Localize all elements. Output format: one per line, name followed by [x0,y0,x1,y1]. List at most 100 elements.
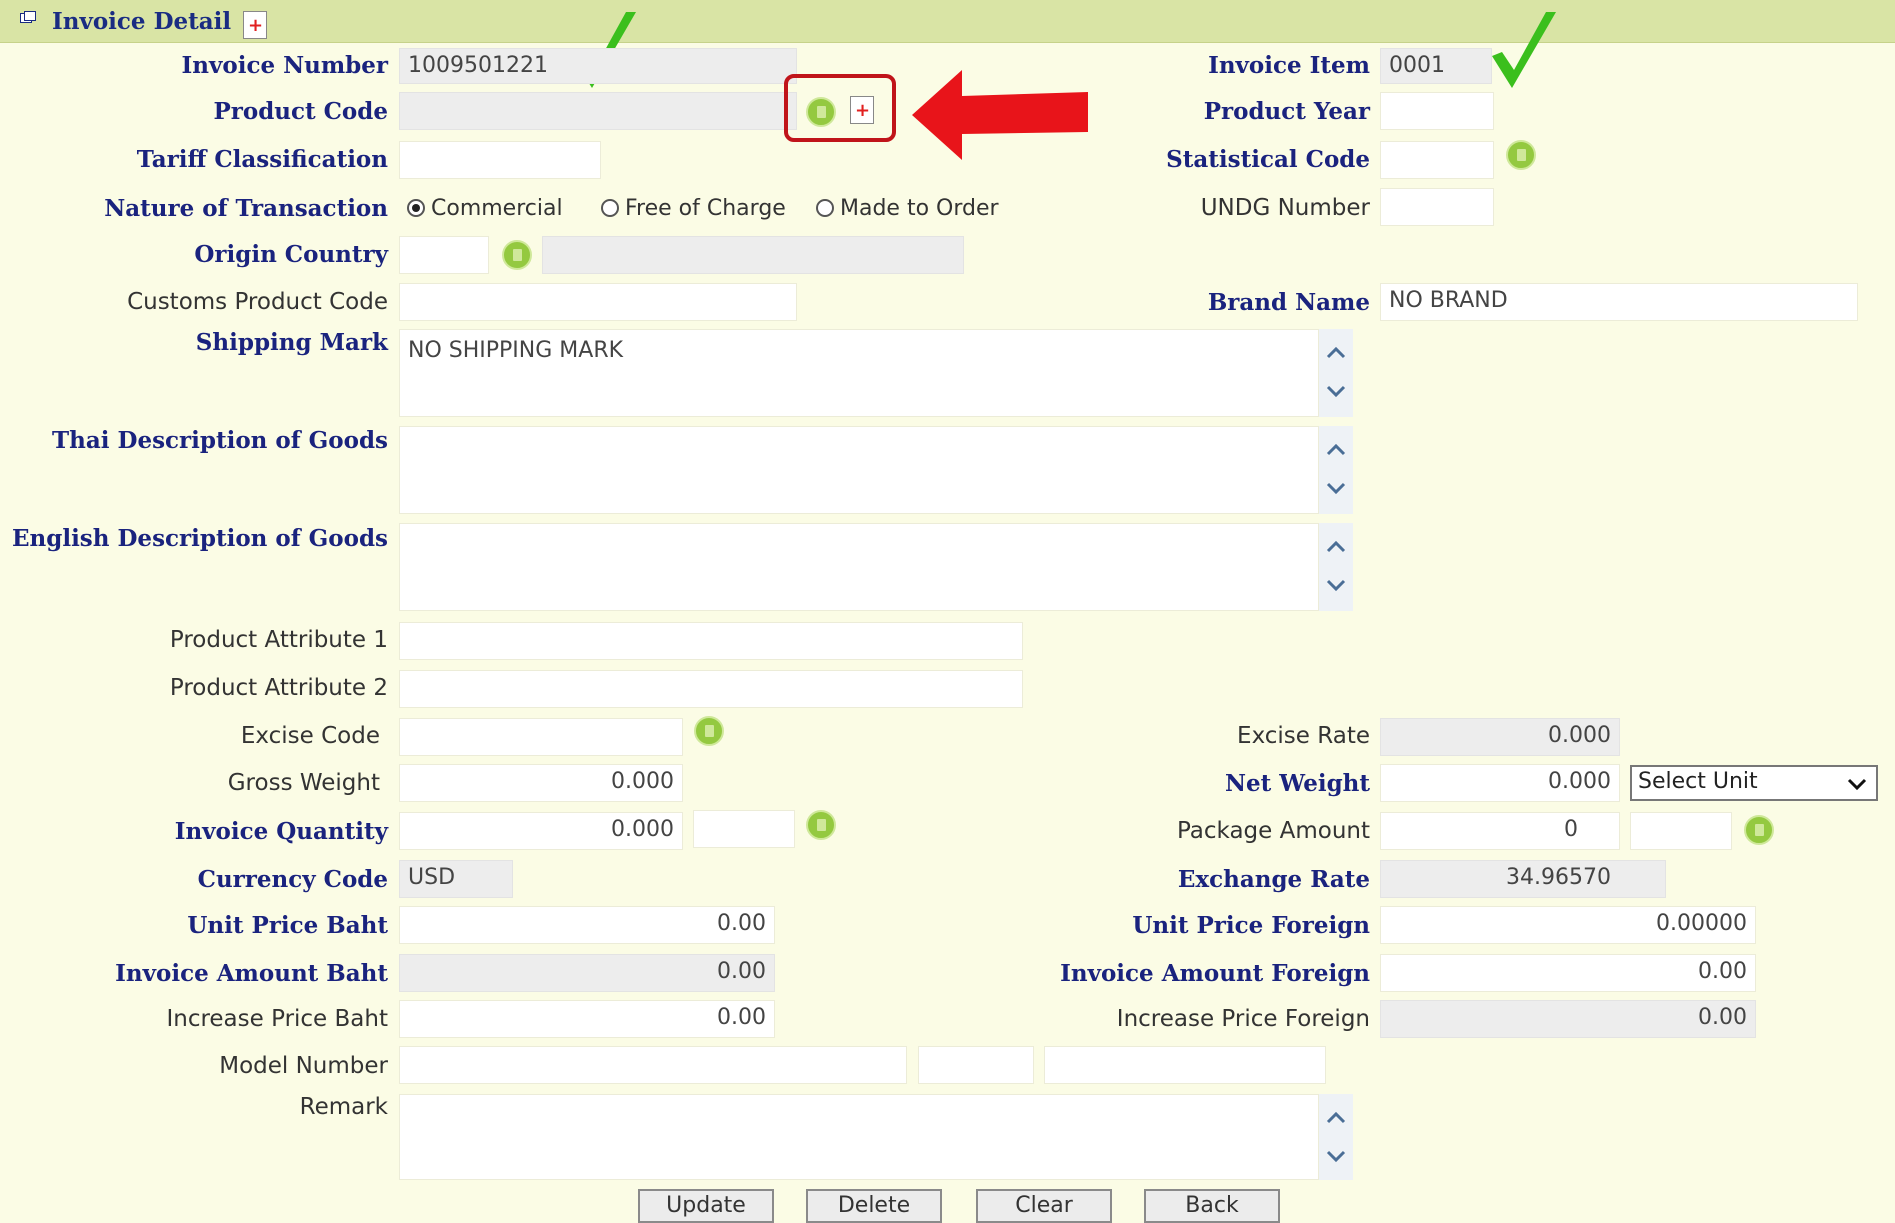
shipping-mark-scrollbar[interactable] [1319,329,1353,417]
remark-textarea[interactable] [399,1094,1319,1180]
nature-option-made-to-order[interactable]: Made to Order [816,196,999,221]
invoice-amount-baht-field[interactable]: 0.00 [399,954,775,992]
excise-code-lookup-icon[interactable] [694,716,724,746]
exchange-rate-label: Exchange Rate [1177,866,1370,893]
update-button[interactable]: Update [638,1189,774,1223]
remark-label: Remark [299,1094,388,1120]
english-description-scrollbar[interactable] [1319,523,1353,611]
net-weight-unit-select[interactable]: Select Unit [1630,765,1878,801]
invoice-amount-foreign-label: Invoice Amount Foreign [1060,960,1370,987]
product-attribute-2-field[interactable] [399,670,1023,708]
product-attribute-1-label: Product Attribute 1 [169,627,388,653]
model-number-field-3[interactable] [1044,1046,1326,1084]
invoice-item-label: Invoice Item [1208,52,1370,79]
undg-number-label: UNDG Number [1200,195,1370,221]
gross-weight-label: Gross Weight [227,770,380,796]
excise-code-label: Excise Code [240,723,380,749]
model-number-field-2[interactable] [918,1046,1034,1084]
origin-country-lookup-icon[interactable] [502,240,532,270]
invoice-item-field[interactable]: 0001 [1380,48,1492,84]
product-year-label: Product Year [1203,98,1370,125]
thai-description-label: Thai Description of Goods [52,427,388,454]
nature-option-free-of-charge[interactable]: Free of Charge [601,196,786,221]
add-document-icon[interactable] [243,11,267,39]
english-description-label: English Description of Goods [12,525,388,552]
increase-price-baht-field[interactable]: 0.00 [399,1000,775,1038]
origin-country-name-field [542,236,964,274]
invoice-amount-baht-label: Invoice Amount Baht [115,960,388,987]
invoice-amount-foreign-field[interactable]: 0.00 [1380,954,1756,992]
product-code-add-document-icon[interactable] [850,96,874,124]
scroll-up-icon[interactable] [1324,438,1348,462]
english-description-textarea[interactable] [399,523,1319,611]
remark-scrollbar[interactable] [1319,1094,1353,1180]
scroll-up-icon[interactable] [1324,341,1348,365]
scroll-down-icon[interactable] [1324,573,1348,597]
delete-button[interactable]: Delete [806,1189,942,1223]
net-weight-field[interactable]: 0.000 [1380,764,1620,802]
currency-code-label: Currency Code [197,866,388,893]
thai-description-scrollbar[interactable] [1319,426,1353,514]
excise-rate-label: Excise Rate [1237,723,1370,749]
scroll-up-icon[interactable] [1324,535,1348,559]
section-header: Invoice Detail [0,0,1895,43]
gross-weight-field[interactable]: 0.000 [399,764,683,802]
net-weight-label: Net Weight [1224,770,1370,797]
clear-button[interactable]: Clear [976,1189,1112,1223]
unit-price-baht-field[interactable]: 0.00 [399,906,775,944]
invoice-quantity-unit-field[interactable] [693,810,795,848]
product-year-field[interactable] [1380,92,1494,130]
product-code-lookup-icon[interactable] [806,97,836,127]
unit-price-baht-label: Unit Price Baht [187,912,388,939]
radio-icon[interactable] [601,199,619,217]
highlight-box [784,74,896,142]
unit-price-foreign-field[interactable]: 0.00000 [1380,906,1756,944]
origin-country-code-field[interactable] [399,236,489,274]
model-number-field[interactable] [399,1046,907,1084]
checkmark-icon [1492,12,1556,88]
radio-icon[interactable] [407,199,425,217]
back-button[interactable]: Back [1144,1189,1280,1223]
window-icon [20,11,36,23]
origin-country-label: Origin Country [194,241,388,268]
thai-description-textarea[interactable] [399,426,1319,514]
tariff-classification-label: Tariff Classification [136,146,388,173]
section-title: Invoice Detail [52,8,232,35]
unit-price-foreign-label: Unit Price Foreign [1132,912,1370,939]
scroll-down-icon[interactable] [1324,476,1348,500]
invoice-quantity-label: Invoice Quantity [174,818,388,845]
increase-price-foreign-label: Increase Price Foreign [1116,1006,1370,1032]
product-code-label: Product Code [213,98,388,125]
scroll-up-icon[interactable] [1324,1106,1348,1130]
package-unit-field[interactable] [1630,812,1732,850]
increase-price-foreign-field[interactable]: 0.00 [1380,1000,1756,1038]
scroll-down-icon[interactable] [1324,1144,1348,1168]
nature-option-commercial[interactable]: Commercial [407,196,563,221]
product-attribute-1-field[interactable] [399,622,1023,660]
tariff-classification-field[interactable] [399,141,601,179]
package-amount-field[interactable]: 0 [1380,812,1620,850]
customs-product-code-label: Customs Product Code [127,289,388,315]
model-number-label: Model Number [219,1053,388,1079]
invoice-quantity-field[interactable]: 0.000 [399,812,683,850]
statistical-code-field[interactable] [1380,141,1494,179]
invoice-number-label: Invoice Number [181,52,388,79]
chevron-down-icon [1847,778,1867,791]
invoice-quantity-unit-lookup-icon[interactable] [806,810,836,840]
product-code-field[interactable] [399,92,797,130]
excise-rate-field[interactable]: 0.000 [1380,718,1620,756]
package-unit-lookup-icon[interactable] [1744,815,1774,845]
undg-number-field[interactable] [1380,188,1494,226]
excise-code-field[interactable] [399,718,683,756]
scroll-down-icon[interactable] [1324,379,1348,403]
shipping-mark-textarea[interactable]: NO SHIPPING MARK [399,329,1319,417]
currency-code-field[interactable]: USD [399,860,513,898]
customs-product-code-field[interactable] [399,283,797,321]
nature-of-transaction-label: Nature of Transaction [104,195,388,222]
invoice-number-field[interactable]: 1009501221 [399,48,797,84]
brand-name-field[interactable]: NO BRAND [1380,283,1858,321]
radio-icon[interactable] [816,199,834,217]
statistical-code-lookup-icon[interactable] [1506,140,1536,170]
exchange-rate-field[interactable]: 34.96570 [1380,860,1666,898]
brand-name-label: Brand Name [1207,289,1370,316]
